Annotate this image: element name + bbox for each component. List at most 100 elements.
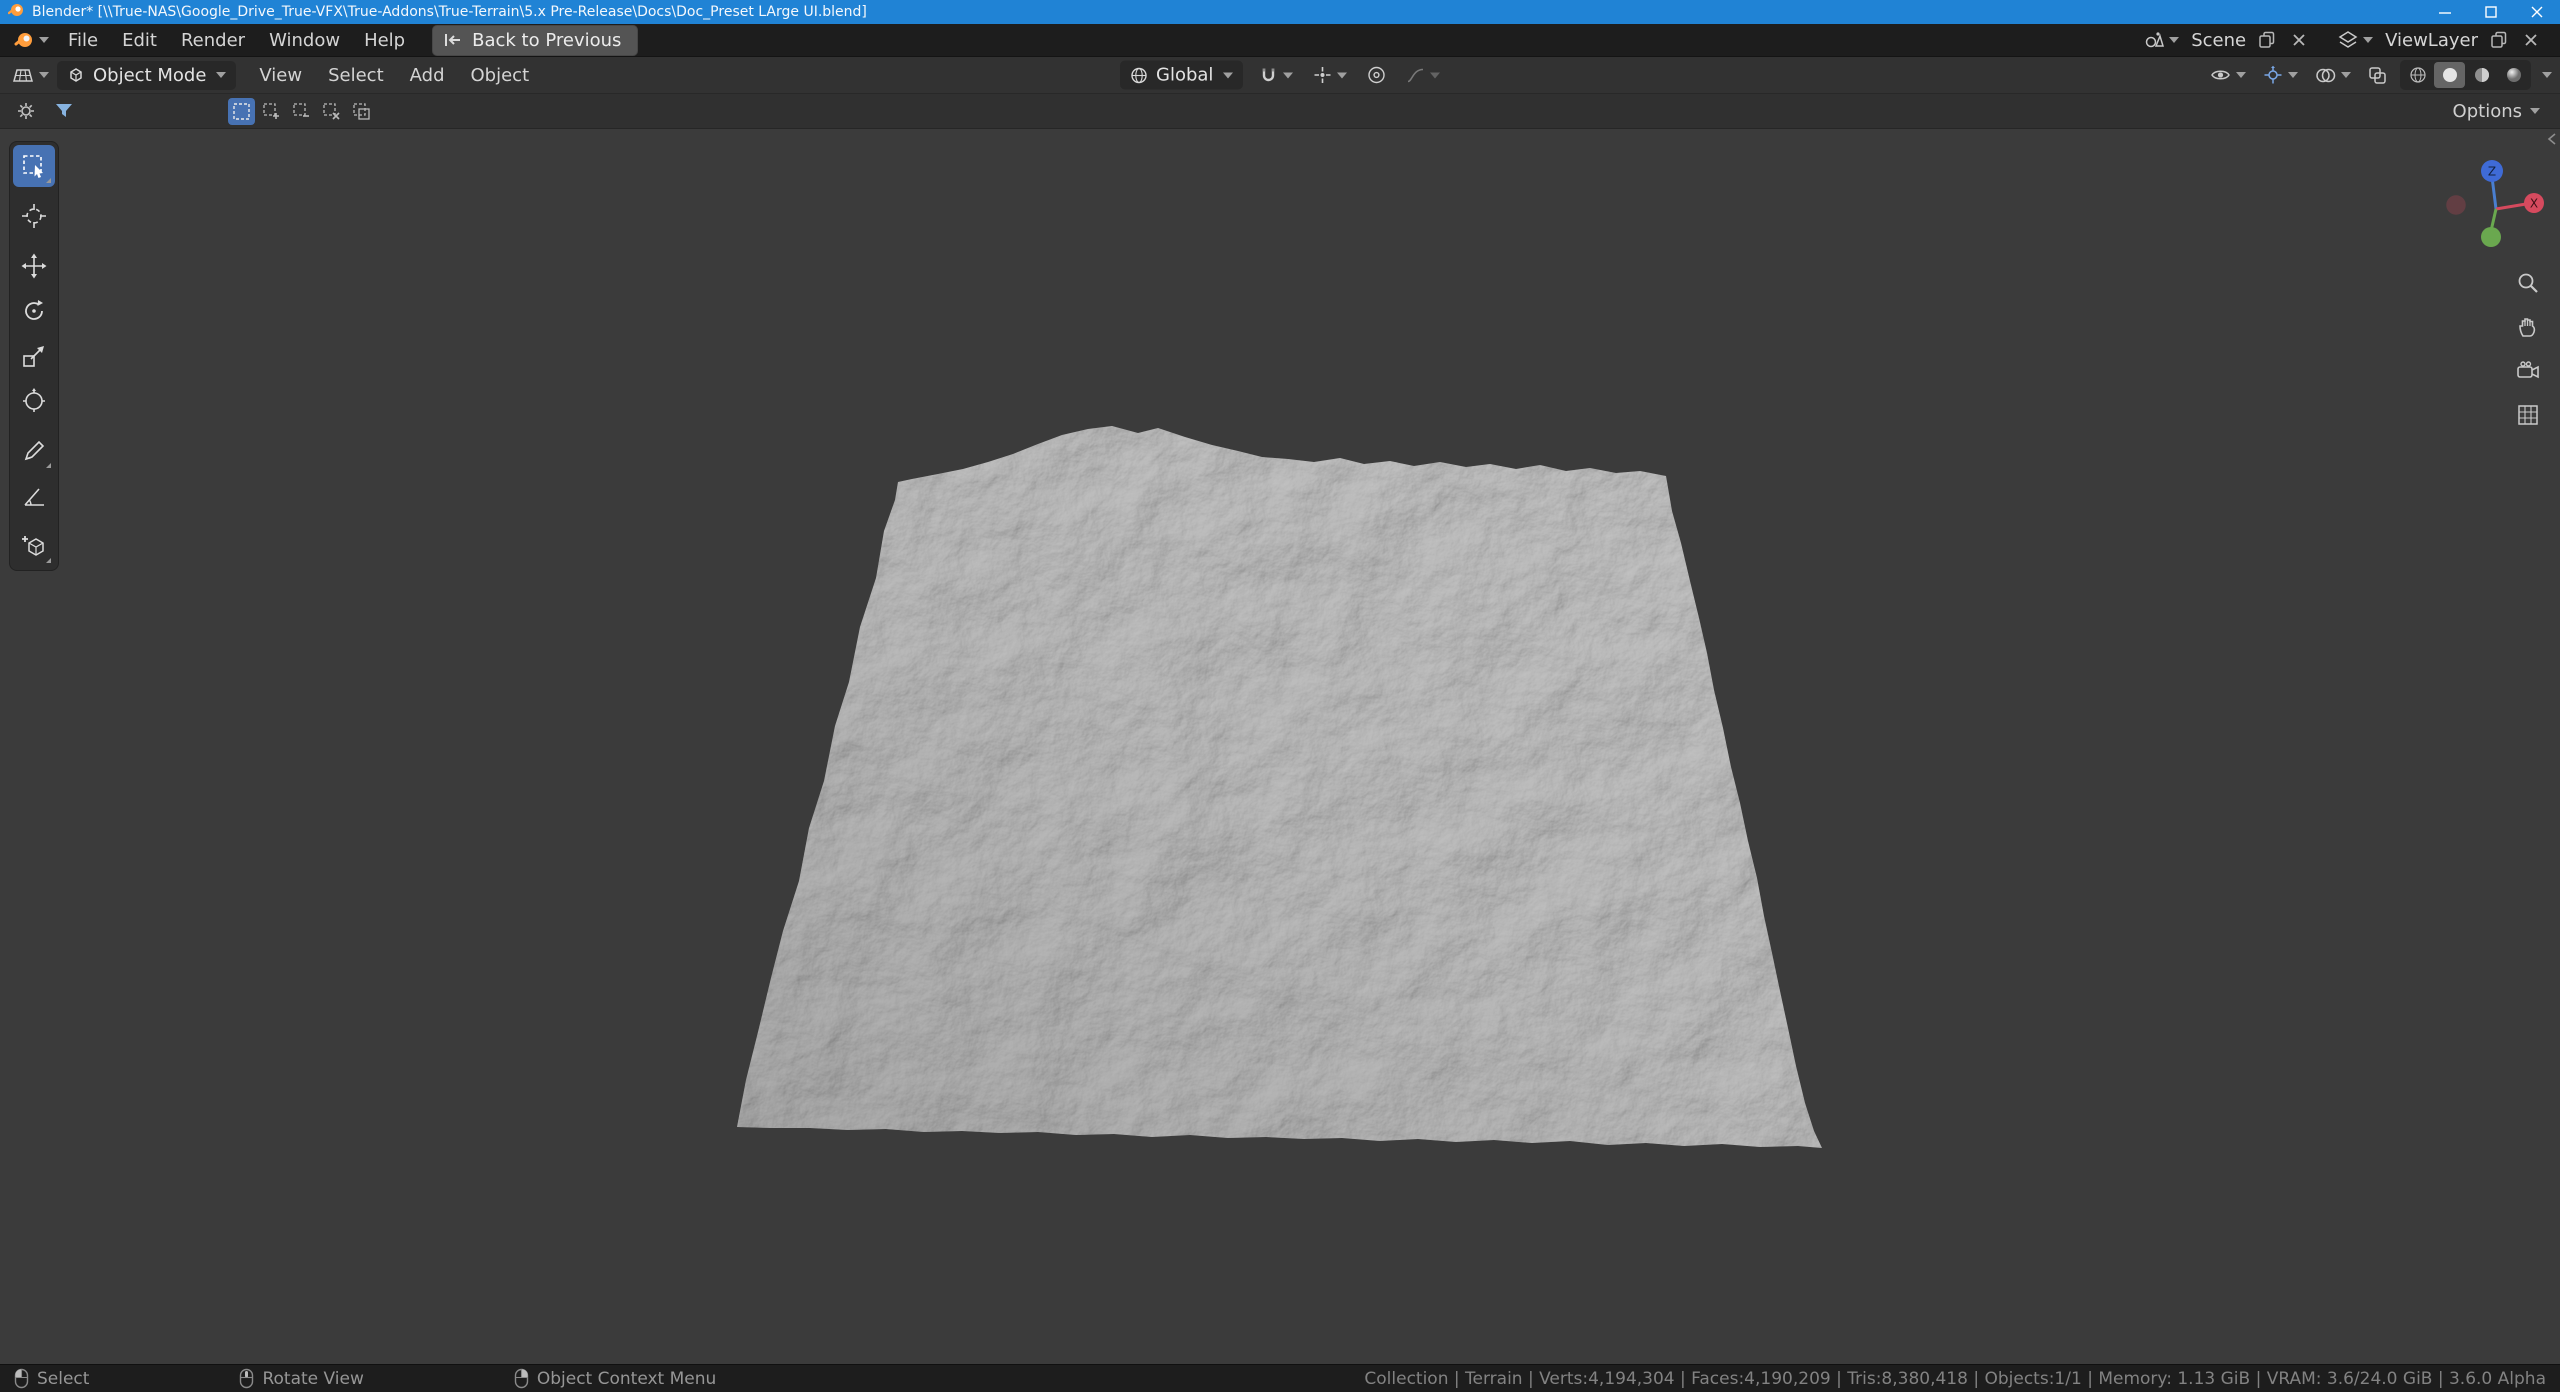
menu-render[interactable]: Render [170,27,256,54]
close-button[interactable] [2514,0,2560,24]
scene-name[interactable]: Scene [2191,30,2246,51]
remove-viewlayer-button[interactable] [2520,30,2542,50]
shading-mode-group [2400,60,2531,90]
hint-rotate-view-label: Rotate View [262,1369,363,1389]
toggle-xray-button[interactable] [2364,63,2391,88]
zoom-button[interactable] [2512,267,2544,299]
blender-app-menu-button[interactable] [8,28,55,52]
new-viewlayer-button[interactable] [2486,28,2512,52]
overlays-icon [2315,67,2336,84]
menu-edit[interactable]: Edit [111,27,168,54]
chevron-down-icon [2169,37,2179,43]
tool-select-box[interactable] [13,145,55,187]
select-mode-set-button[interactable] [228,98,255,125]
tool-measure[interactable] [13,475,55,517]
pan-button[interactable] [2512,311,2544,343]
tool-cursor[interactable] [13,195,55,237]
back-to-previous-label: Back to Previous [472,30,621,51]
menu-add[interactable]: Add [399,62,456,89]
shading-wireframe-button[interactable] [2402,62,2433,88]
mouse-middle-click-icon [239,1368,254,1389]
tool-scale[interactable] [13,335,55,377]
camera-view-button[interactable] [2512,355,2544,387]
maximize-button[interactable] [2468,0,2514,24]
shading-rendered-button[interactable] [2498,62,2529,88]
snap-target-button[interactable] [1309,63,1351,88]
menu-select[interactable]: Select [317,62,395,89]
transform-orientation-selector[interactable]: Global [1120,61,1243,90]
chevron-down-icon [1430,72,1440,78]
gear-icon [16,101,36,121]
window-title: Blender* [\\True-NAS\Google_Drive_True-V… [32,4,867,20]
wireframe-sphere-icon [2409,66,2427,84]
proportional-editing-button[interactable] [1363,63,1390,88]
back-to-previous-button[interactable]: Back to Previous [432,25,638,56]
select-mode-subtract-button[interactable] [288,98,315,125]
terrain-shading-overlay [737,426,1822,1148]
shading-material-button[interactable] [2466,62,2497,88]
viewport-3d[interactable]: Z X [0,129,2560,1364]
options-dropdown[interactable]: Options [2453,101,2548,122]
tool-add-cube[interactable] [13,525,55,567]
terrain-mesh[interactable] [0,129,2560,1364]
axis-y-handle[interactable] [2481,227,2501,247]
tool-settings-bar: Options [0,94,2560,129]
show-gizmo-button[interactable] [2259,62,2302,88]
xray-icon [2368,66,2387,85]
shading-dropdown-icon[interactable] [2542,72,2552,78]
chevron-down-icon [2341,72,2351,78]
viewport-nav-buttons [2512,267,2544,431]
visibility-icon [2210,66,2231,84]
filter-button[interactable] [50,98,78,124]
viewlayer-name[interactable]: ViewLayer [2385,30,2478,51]
snap-toggle-button[interactable] [1255,63,1297,88]
tool-annotate[interactable] [13,430,55,472]
menu-help[interactable]: Help [353,27,416,54]
chevron-down-icon [1223,72,1233,78]
viewlayer-browse-button[interactable] [2334,27,2377,53]
tool-settings-gear-button[interactable] [12,98,40,124]
tool-move[interactable] [13,245,55,287]
menu-view[interactable]: View [248,62,313,89]
select-mode-extend-button[interactable] [258,98,285,125]
duplicate-icon [2258,31,2276,49]
scene-browse-button[interactable] [2140,27,2183,53]
mode-selector[interactable]: Object Mode [57,61,236,90]
chevron-down-icon [1337,72,1347,78]
top-menu-bar: File Edit Render Window Help Back to Pre… [0,24,2560,57]
proportional-editing-icon [1367,66,1386,85]
menu-window[interactable]: Window [258,27,351,54]
proportional-falloff-button[interactable] [1402,63,1444,88]
solid-sphere-icon [2441,66,2459,84]
status-bar: Select Rotate View Object Context Menu C… [0,1364,2560,1392]
rendered-sphere-icon [2505,66,2523,84]
object-visibility-button[interactable] [2206,63,2250,87]
menu-file[interactable]: File [57,27,109,54]
display-options-cluster [2206,60,2552,90]
minimize-button[interactable] [2422,0,2468,24]
zoom-icon [2516,271,2540,295]
show-overlays-button[interactable] [2311,64,2355,87]
editor-type-button[interactable] [8,61,53,89]
navigation-gizmo[interactable]: Z X [2436,145,2548,257]
gizmo-icon [2263,65,2283,85]
funnel-icon [54,101,74,121]
tool-rotate[interactable] [13,290,55,332]
area-corner-widget[interactable] [2546,131,2558,150]
material-sphere-icon [2473,66,2491,84]
tool-transform[interactable] [13,380,55,422]
menu-object[interactable]: Object [460,62,541,89]
mouse-left-click-icon [14,1368,29,1389]
unlink-scene-button[interactable] [2288,30,2310,50]
axis-negative-x-handle[interactable] [2447,196,2465,214]
toggle-orthographic-button[interactable] [2512,399,2544,431]
select-mode-invert-button[interactable] [318,98,345,125]
hint-rotate-view: Rotate View [239,1368,363,1389]
select-mode-intersect-button[interactable] [348,98,375,125]
chevron-down-icon [2530,108,2540,114]
hint-context-menu: Object Context Menu [514,1368,716,1389]
shading-solid-button[interactable] [2434,62,2465,88]
new-scene-button[interactable] [2254,28,2280,52]
chevron-down-icon [2288,72,2298,78]
scene-statistics: Collection | Terrain | Verts:4,194,304 |… [1364,1369,2546,1389]
